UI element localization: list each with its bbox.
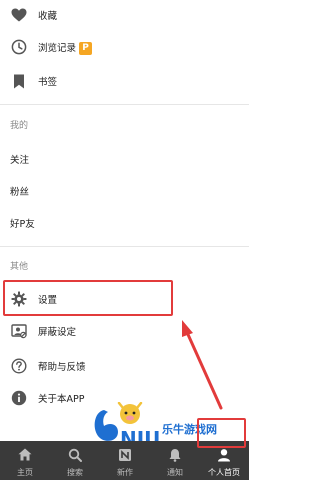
new-works-icon xyxy=(100,448,150,462)
home-icon xyxy=(0,448,50,461)
tab-notifications[interactable]: 通知 xyxy=(150,441,200,480)
bell-icon xyxy=(150,448,200,462)
tab-label: 主页 xyxy=(17,468,33,477)
tab-home[interactable]: 主页 xyxy=(0,441,50,480)
search-icon xyxy=(50,448,100,462)
user-icon xyxy=(199,448,249,462)
tab-label: 搜索 xyxy=(67,468,83,477)
profile-tab-highlight-box xyxy=(197,418,246,448)
tab-label: 通知 xyxy=(167,468,183,477)
tab-label: 个人首页 xyxy=(208,468,240,477)
tab-search[interactable]: 搜索 xyxy=(50,441,100,480)
tab-new-works[interactable]: 新作 xyxy=(100,441,150,480)
tab-label: 新作 xyxy=(117,468,133,477)
